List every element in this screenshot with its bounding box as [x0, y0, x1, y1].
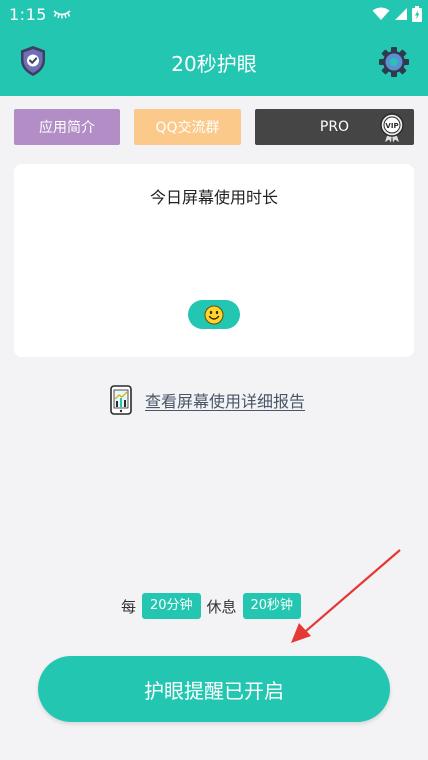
app-bar: 20秒护眼: [0, 30, 428, 96]
vip-badge-text: VIP: [385, 122, 398, 130]
qq-group-button[interactable]: QQ交流群: [134, 109, 241, 145]
smiley-icon: [204, 305, 224, 324]
eye-reminder-toggle-button[interactable]: 护眼提醒已开启: [38, 656, 390, 722]
interval-row: 每 20分钟 休息 20秒钟: [0, 593, 428, 619]
eye-closed-icon: [53, 10, 71, 19]
work-time-tag[interactable]: 20分钟: [141, 593, 201, 619]
signal-icon: [395, 8, 407, 20]
battery-charging-icon: [412, 6, 422, 22]
app-intro-button[interactable]: 应用简介: [14, 109, 120, 145]
main-button-label: 护眼提醒已开启: [144, 678, 284, 703]
interval-prefix: 每: [120, 597, 136, 616]
qq-group-label: QQ交流群: [155, 120, 220, 136]
header: 1:15 20秒护眼: [0, 0, 428, 96]
report-link-text: 查看屏幕使用详细报告: [145, 392, 306, 411]
wifi-icon: [372, 7, 390, 20]
pro-button[interactable]: PRO VIP: [255, 109, 414, 145]
status-time: 1:15: [9, 5, 47, 24]
status-bar: 1:15: [0, 0, 428, 30]
app-title: 20秒护眼: [171, 52, 257, 76]
pro-label: PRO: [319, 119, 350, 135]
settings-gear-icon[interactable]: [378, 46, 410, 78]
card-title: 今日屏幕使用时长: [149, 188, 278, 207]
phone-chart-icon: [110, 385, 132, 415]
interval-middle: 休息: [206, 597, 237, 616]
status-icons: [372, 6, 422, 22]
rest-time-tag[interactable]: 20秒钟: [242, 593, 302, 619]
app-intro-label: 应用简介: [39, 120, 95, 136]
vip-badge-icon: VIP: [380, 113, 404, 143]
smiley-pill: [188, 300, 240, 329]
screen-time-card: 今日屏幕使用时长: [14, 164, 414, 357]
screen-report-link[interactable]: 查看屏幕使用详细报告: [110, 384, 305, 416]
